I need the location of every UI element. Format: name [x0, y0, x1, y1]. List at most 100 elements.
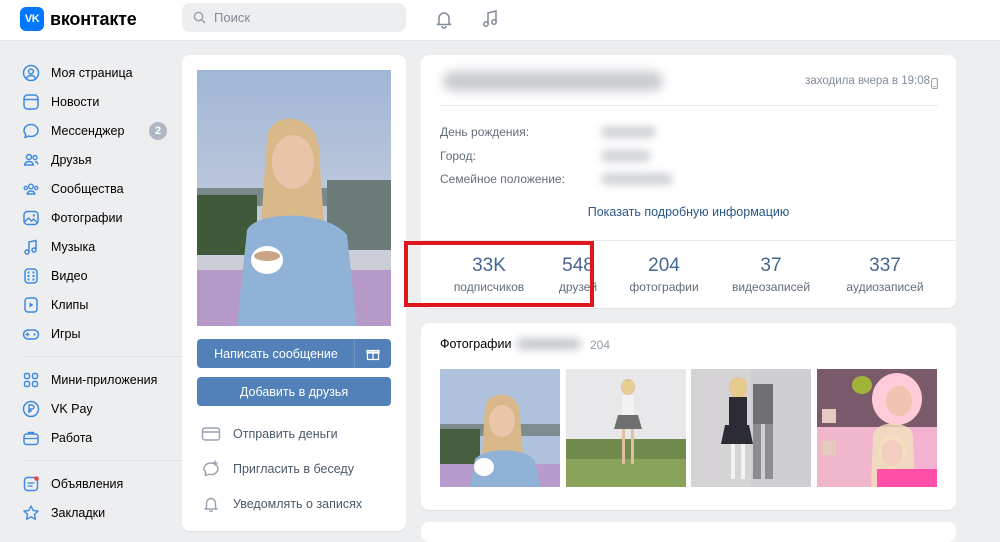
briefcase-icon	[21, 428, 41, 448]
music-icon	[21, 237, 41, 257]
sidebar-divider	[24, 460, 182, 461]
vkpay-icon	[21, 399, 41, 419]
sidebar-item-video[interactable]: Видео	[16, 261, 176, 290]
profile-name-blurred	[443, 71, 663, 91]
user-circle-icon	[21, 63, 41, 83]
photo-thumbnail[interactable]	[440, 369, 560, 487]
bookmark-icon	[21, 503, 41, 523]
sidebar-item-label: Новости	[51, 94, 100, 109]
photos-title[interactable]: Фотографии	[440, 337, 511, 351]
vk-logo-icon: VK	[20, 7, 44, 31]
photo-thumbnail[interactable]	[566, 369, 686, 487]
sidebar-item-music[interactable]: Музыка	[16, 232, 176, 261]
left-sidebar: Моя страница Новости Мессенджер 2 Друзья…	[16, 58, 182, 527]
search-icon	[193, 11, 206, 24]
chat-plus-icon	[200, 458, 222, 480]
sidebar-item-clips[interactable]: Клипы	[16, 290, 176, 319]
divider	[441, 105, 938, 106]
sidebar-item-label: Видео	[51, 268, 88, 283]
counter-photos[interactable]: 204 фотографии	[621, 255, 707, 294]
sidebar-item-label: Моя страница	[51, 65, 133, 80]
sidebar-item-label: Закладки	[51, 505, 106, 520]
photos-owner-blurred	[516, 338, 581, 350]
sidebar-item-games[interactable]: Игры	[16, 319, 176, 348]
unread-badge: 2	[149, 122, 167, 140]
city-value-blurred	[601, 150, 651, 162]
sidebar-item-communities[interactable]: Сообщества	[16, 174, 176, 203]
sidebar-item-label: Друзья	[51, 152, 92, 167]
counter-caption: фотографии	[629, 280, 699, 294]
photos-count: 204	[590, 338, 611, 352]
next-card	[421, 522, 956, 542]
gift-icon[interactable]	[354, 339, 391, 368]
counter-videos[interactable]: 37 видеозаписей	[723, 255, 819, 294]
add-friend-button[interactable]: Добавить в друзья	[197, 377, 391, 406]
send-money-link[interactable]: Отправить деньги	[200, 423, 338, 445]
sidebar-item-label: Работа	[51, 430, 93, 445]
money-transfer-icon	[200, 423, 222, 445]
search-box[interactable]	[182, 3, 406, 32]
city-label: Город:	[440, 149, 476, 163]
counter-value: 204	[648, 255, 680, 276]
profile-avatar[interactable]	[197, 70, 391, 326]
send-money-label: Отправить деньги	[233, 427, 338, 441]
highlight-box	[404, 241, 594, 307]
gamepad-icon	[21, 324, 41, 344]
counter-audio[interactable]: 337 аудиозаписей	[835, 255, 935, 294]
sidebar-item-ads[interactable]: Объявления	[16, 469, 176, 498]
sidebar-item-photos[interactable]: Фотографии	[16, 203, 176, 232]
sidebar-item-label: Музыка	[51, 239, 96, 254]
send-message-label: Написать сообщение	[214, 346, 338, 361]
ads-icon	[21, 474, 41, 494]
photo-thumbnail[interactable]	[691, 369, 811, 487]
photo-icon	[21, 208, 41, 228]
counter-caption: аудиозаписей	[846, 280, 924, 294]
sidebar-item-news[interactable]: Новости	[16, 87, 176, 116]
message-icon	[21, 121, 41, 141]
sidebar-item-label: Мессенджер	[51, 123, 125, 138]
mobile-phone-icon	[931, 76, 938, 94]
sidebar-item-label: Объявления	[51, 476, 124, 491]
music-note-icon[interactable]	[479, 8, 501, 30]
relationship-label: Семейное положение:	[440, 172, 565, 186]
groups-icon	[21, 179, 41, 199]
invite-to-chat-link[interactable]: Пригласить в беседу	[200, 458, 354, 480]
search-input[interactable]	[212, 9, 396, 26]
news-icon	[21, 92, 41, 112]
bell-icon[interactable]	[433, 8, 455, 30]
sidebar-item-vk-pay[interactable]: VK Pay	[16, 394, 176, 423]
top-bar: VK вконтакте	[0, 0, 1000, 41]
vk-logo[interactable]: VK вконтакте	[20, 7, 137, 31]
photos-card: Фотографии 204	[421, 323, 956, 510]
sidebar-item-work[interactable]: Работа	[16, 423, 176, 452]
clips-icon	[21, 295, 41, 315]
sidebar-item-label: Игры	[51, 326, 81, 341]
relationship-value-blurred	[601, 173, 673, 185]
birthday-label: День рождения:	[440, 125, 530, 139]
notify-posts-link[interactable]: Уведомлять о записях	[200, 493, 362, 515]
sidebar-item-bookmarks[interactable]: Закладки	[16, 498, 176, 527]
photo-thumbnail[interactable]	[817, 369, 937, 487]
friends-icon	[21, 150, 41, 170]
profile-photo-card: Написать сообщение Добавить в друзья Отп…	[182, 55, 406, 531]
logo-text: вконтакте	[50, 8, 137, 29]
sidebar-item-label: Фотографии	[51, 210, 123, 225]
bell-icon	[200, 493, 222, 515]
counter-value: 337	[869, 255, 901, 276]
sidebar-item-label: Сообщества	[51, 181, 124, 196]
sidebar-item-label: VK Pay	[51, 401, 93, 416]
birthday-value-blurred	[601, 126, 656, 138]
show-more-info-link[interactable]: Показать подробную информацию	[421, 205, 956, 219]
sidebar-item-friends[interactable]: Друзья	[16, 145, 176, 174]
last-seen-status: заходила вчера в 19:08	[805, 75, 930, 87]
counter-value: 37	[760, 255, 782, 276]
apps-icon	[21, 370, 41, 390]
counter-caption: видеозаписей	[731, 280, 811, 294]
send-message-button[interactable]: Написать сообщение	[197, 339, 391, 368]
sidebar-item-my-page[interactable]: Моя страница	[16, 58, 176, 87]
video-icon	[21, 266, 41, 286]
invite-chat-label: Пригласить в беседу	[233, 462, 354, 476]
sidebar-item-messenger[interactable]: Мессенджер 2	[16, 116, 176, 145]
notify-posts-label: Уведомлять о записях	[233, 497, 363, 511]
sidebar-item-mini-apps[interactable]: Мини-приложения	[16, 365, 176, 394]
